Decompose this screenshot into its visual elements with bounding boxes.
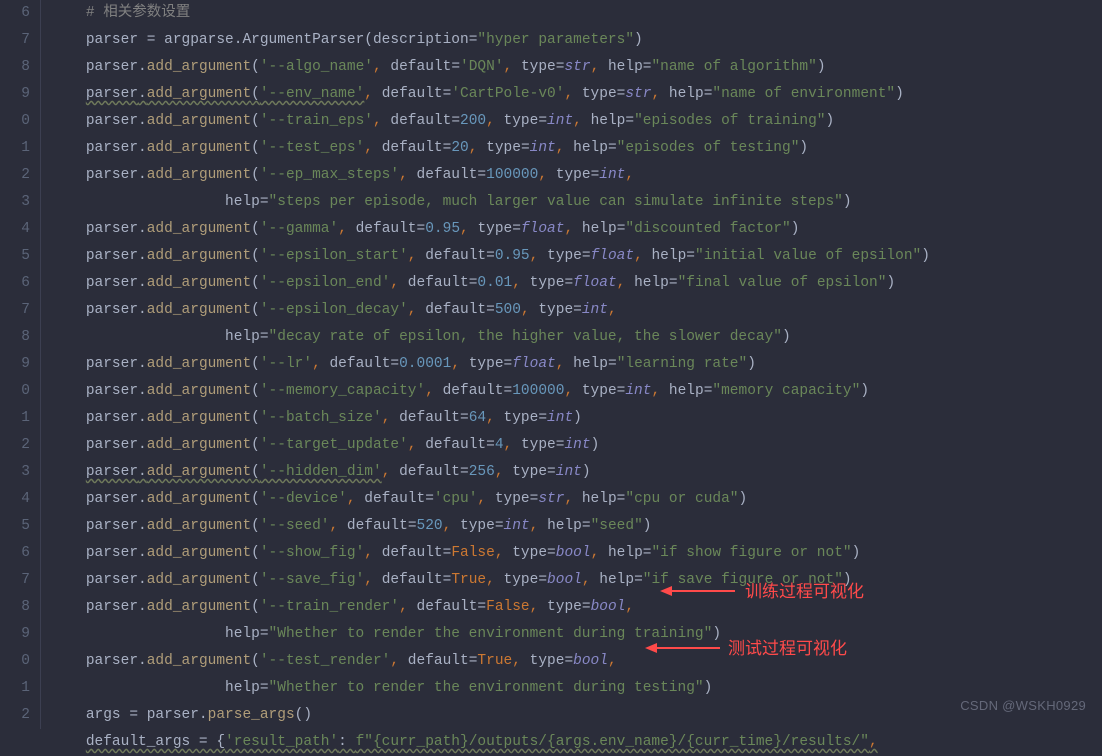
line-number-gutter: 678901234567890123456789012	[0, 0, 40, 729]
code-editor: 678901234567890123456789012 # 相关参数设置 par…	[0, 0, 1102, 729]
annotation-label-2: 测试过程可视化	[728, 635, 847, 662]
annotation-label-1: 训练过程可视化	[745, 578, 864, 605]
code-content[interactable]: # 相关参数设置 parser = argparse.ArgumentParse…	[41, 0, 930, 729]
watermark: CSDN @WSKH0929	[960, 692, 1086, 719]
